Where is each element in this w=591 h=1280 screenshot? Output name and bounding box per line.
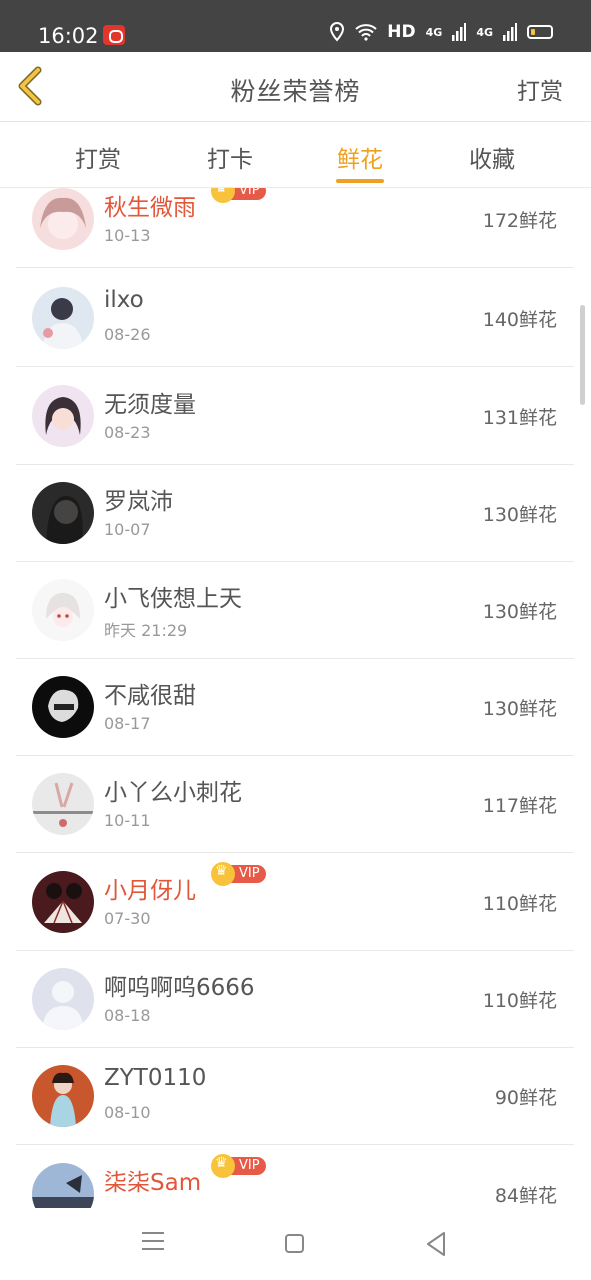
fan-date: 08-18 xyxy=(104,1006,151,1025)
scrollbar[interactable] xyxy=(580,305,585,405)
flower-count: 110鲜花 xyxy=(482,893,557,915)
list-item[interactable]: ZYT0110 08-10 90鲜花 xyxy=(16,1048,574,1145)
flower-count: 131鲜花 xyxy=(482,407,557,429)
tab-reward[interactable]: 打赏 xyxy=(38,140,158,174)
fan-date: 08-23 xyxy=(104,423,151,442)
list-item[interactable]: 柒柒Sam VIP 84鲜花 xyxy=(16,1146,574,1208)
list-item[interactable]: 罗岚沛 10-07 130鲜花 xyxy=(16,465,574,562)
avatar[interactable] xyxy=(32,579,94,641)
battery-icon xyxy=(527,25,553,39)
fan-date: 10-07 xyxy=(104,520,151,539)
list-item[interactable]: 无须度量 08-23 131鲜花 xyxy=(16,368,574,465)
fan-name: 啊呜啊呜6666 xyxy=(104,975,255,1001)
tab-bar: 打赏 打卡 鲜花 收藏 xyxy=(0,122,591,188)
wifi-icon xyxy=(355,24,377,41)
flower-count: 117鲜花 xyxy=(482,795,557,817)
avatar[interactable] xyxy=(32,773,94,835)
list-item[interactable]: 小月伢儿 VIP 07-30 110鲜花 xyxy=(16,854,574,951)
fan-name: 罗岚沛 xyxy=(104,489,173,515)
active-tab-indicator xyxy=(336,179,384,183)
avatar[interactable] xyxy=(32,188,94,250)
list-item[interactable]: 不咸很甜 08-17 130鲜花 xyxy=(16,659,574,756)
flower-count: 140鲜花 xyxy=(482,309,557,331)
list-item[interactable]: ilxo 08-26 140鲜花 xyxy=(16,270,574,367)
avatar[interactable] xyxy=(32,385,94,447)
avatar[interactable] xyxy=(32,676,94,738)
avatar[interactable] xyxy=(32,871,94,933)
fan-name: 无须度量 xyxy=(104,392,196,418)
fan-date: 07-30 xyxy=(104,909,151,928)
signal-icon xyxy=(452,23,467,41)
flower-count: 90鲜花 xyxy=(494,1087,557,1109)
fan-name: ZYT0110 xyxy=(104,1065,207,1091)
crown-icon xyxy=(211,188,235,203)
fan-date: 08-26 xyxy=(104,325,151,344)
location-icon xyxy=(330,22,345,42)
tab-flowers[interactable]: 鲜花 xyxy=(300,140,420,174)
fan-date: 昨天 21:29 xyxy=(104,621,188,640)
status-icons: HD 4G 4G xyxy=(329,22,553,42)
fan-name: 小月伢儿 xyxy=(104,878,196,904)
fan-date: 08-17 xyxy=(104,714,151,733)
menu-icon[interactable] xyxy=(142,1232,164,1250)
vip-badge: VIP xyxy=(211,1154,266,1178)
back-triangle-icon[interactable] xyxy=(425,1231,447,1257)
avatar[interactable] xyxy=(32,482,94,544)
list-item[interactable]: 啊呜啊呜6666 08-18 110鲜花 xyxy=(16,951,574,1048)
fan-name: 不咸很甜 xyxy=(104,683,196,709)
flower-count: 110鲜花 xyxy=(482,990,557,1012)
status-bar: 16:02 HD 4G 4G xyxy=(0,0,591,52)
crown-icon xyxy=(211,1154,235,1178)
tab-favorites[interactable]: 收藏 xyxy=(432,140,552,174)
crown-icon xyxy=(211,862,235,886)
fan-name: 小丫么小刺花 xyxy=(104,780,242,806)
home-icon[interactable] xyxy=(285,1234,304,1253)
reward-button[interactable]: 打赏 xyxy=(517,72,563,106)
avatar[interactable] xyxy=(32,1065,94,1127)
system-navigation-bar xyxy=(0,1208,591,1280)
tab-checkin[interactable]: 打卡 xyxy=(170,140,290,174)
page-title: 粉丝荣誉榜 xyxy=(230,77,361,106)
hd-indicator: HD xyxy=(387,22,416,42)
avatar[interactable] xyxy=(32,1163,94,1208)
fan-name: 秋生微雨 xyxy=(104,195,196,221)
vip-badge: VIP xyxy=(211,188,266,203)
fan-date: 10-13 xyxy=(104,226,151,245)
navigation-bar: 粉丝荣誉榜 打赏 xyxy=(0,52,591,122)
fan-name: 小飞侠想上天 xyxy=(104,586,242,612)
vip-badge: VIP xyxy=(211,862,266,886)
fan-name: ilxo xyxy=(104,287,144,313)
fan-date: 10-11 xyxy=(104,811,151,830)
list-item[interactable]: 秋生微雨 VIP 10-13 172鲜花 xyxy=(16,188,574,268)
flower-count: 84鲜花 xyxy=(494,1185,557,1207)
status-time: 16:02 xyxy=(38,24,99,48)
list-item[interactable]: 小丫么小刺花 10-11 117鲜花 xyxy=(16,756,574,853)
flower-count: 130鲜花 xyxy=(482,504,557,526)
flower-count: 172鲜花 xyxy=(482,210,557,232)
signal-4g-label: 4G xyxy=(425,25,443,39)
list-item[interactable]: 小飞侠想上天 昨天 21:29 130鲜花 xyxy=(16,562,574,659)
fan-name: 柒柒Sam xyxy=(104,1170,202,1196)
app-notification-icon xyxy=(103,25,125,45)
signal-4g-label-2: 4G xyxy=(476,25,493,39)
signal-icon-2 xyxy=(503,23,517,41)
avatar[interactable] xyxy=(32,968,94,1030)
flower-count: 130鲜花 xyxy=(482,601,557,623)
fan-date: 08-10 xyxy=(104,1103,151,1122)
fan-list[interactable]: 秋生微雨 VIP 10-13 172鲜花 ilxo 08-26 140鲜花 无须… xyxy=(0,188,591,1208)
avatar[interactable] xyxy=(32,287,94,349)
flower-count: 130鲜花 xyxy=(482,698,557,720)
